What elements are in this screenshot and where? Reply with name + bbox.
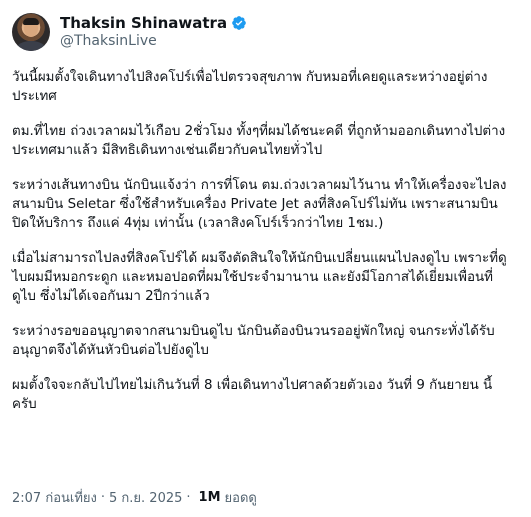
avatar[interactable] [12, 13, 50, 51]
meta-separator: · [100, 490, 106, 505]
author-block: Thaksin Shinawatra @ThaksinLive [60, 14, 247, 50]
post-time[interactable]: 2:07 ก่อนเที่ยง [12, 487, 97, 508]
views-label: ยอดดู [224, 491, 257, 506]
tweet-body: วันนี้ผมตั้งใจเดินทางไปสิงคโปร์เพื่อไปตร… [12, 68, 519, 414]
avatar-hair [23, 18, 39, 25]
views-count: 1M [198, 490, 221, 505]
display-name[interactable]: Thaksin Shinawatra [60, 14, 227, 32]
post-date[interactable]: 5 ก.ย. 2025 [109, 487, 182, 508]
tweet-card: Thaksin Shinawatra @ThaksinLive วันนี้ผม… [0, 0, 531, 517]
tweet-header: Thaksin Shinawatra @ThaksinLive [12, 10, 519, 54]
verified-badge-icon [232, 16, 246, 30]
tweet-paragraph: เมื่อไม่สามารถไปลงที่สิงคโปร์ได้ ผมจึงตั… [12, 251, 507, 304]
author-handle[interactable]: @ThaksinLive [60, 33, 247, 50]
tweet-paragraph: ตม.ที่ไทย ถ่วงเวลาผมไว้เกือบ 2ชั่วโมง ทั… [12, 124, 506, 158]
avatar-shirt [16, 41, 46, 51]
tweet-meta: 2:07 ก่อนเที่ยง · 5 ก.ย. 2025 · 1M ยอดดู [12, 487, 257, 508]
name-row: Thaksin Shinawatra [60, 14, 247, 32]
tweet-paragraph: ระหว่างรอขออนุญาตจากสนามบินดูไบ นักบินต้… [12, 324, 495, 358]
meta-separator: · [186, 490, 191, 505]
tweet-paragraph: วันนี้ผมตั้งใจเดินทางไปสิงคโปร์เพื่อไปตร… [12, 70, 488, 104]
tweet-paragraph: ผมตั้งใจจะกลับไปไทยไม่เกินวันที่ 8 เพื่อ… [12, 378, 493, 412]
tweet-paragraph: ระหว่างเส้นทางบิน นักบินแจ้งว่า การที่โด… [12, 178, 507, 231]
